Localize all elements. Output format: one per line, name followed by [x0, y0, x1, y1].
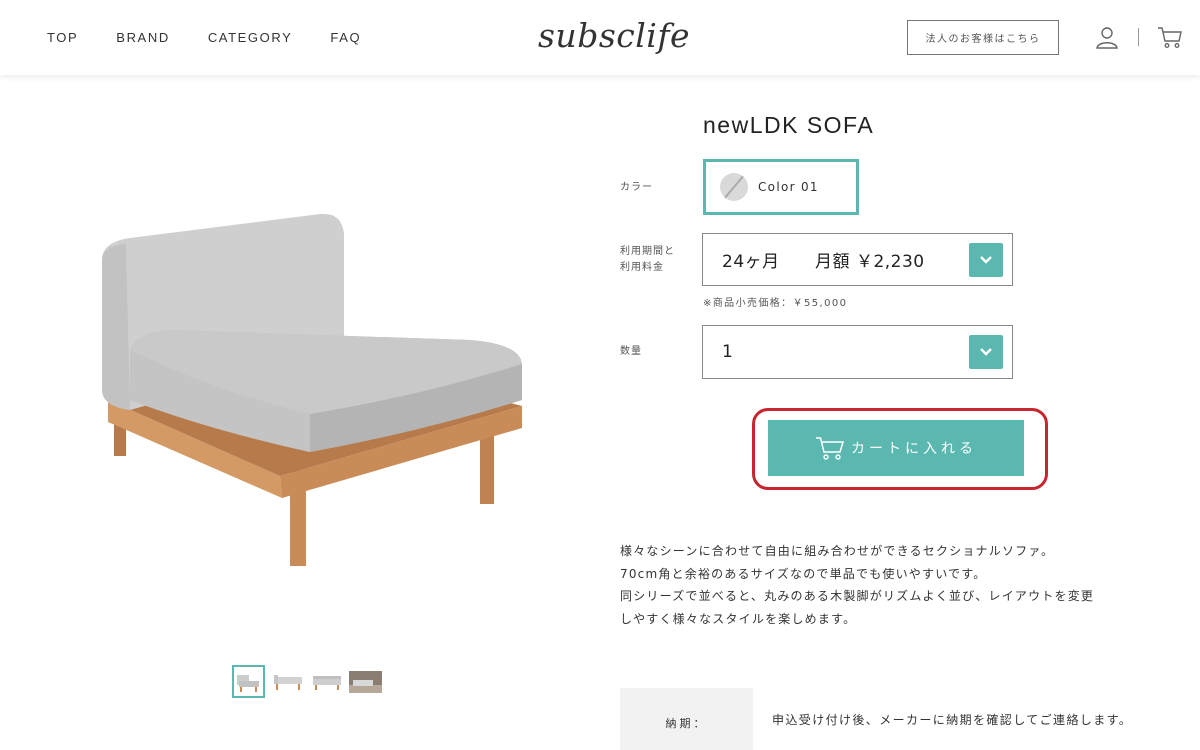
thumbnail-3[interactable] — [310, 665, 343, 698]
description-line: 様々なシーンに合わせて自由に組み合わせができるセクショナルソファ。 — [620, 544, 1055, 558]
corporate-customers-button[interactable]: 法人のお客様はこちら — [907, 20, 1059, 55]
add-to-cart-button[interactable]: カートに入れる — [768, 420, 1024, 476]
delivery-label: 納期： — [620, 688, 753, 750]
period-label-line2: 利用料金 — [620, 262, 664, 273]
sofa-thumbnail-icon — [273, 674, 302, 690]
product-description: 様々なシーンに合わせて自由に組み合わせができるセクショナルソファ。 70cm角と… — [620, 540, 1180, 630]
main-nav: TOP BRAND CATEGORY FAQ — [47, 30, 399, 45]
nav-top-link[interactable]: TOP — [47, 30, 78, 45]
product-main-image — [102, 213, 522, 566]
quantity-select-value: 1 — [722, 342, 734, 362]
cart-icon[interactable] — [1157, 24, 1183, 50]
header-divider — [1138, 28, 1139, 46]
chevron-down-icon[interactable] — [969, 335, 1003, 369]
delivery-text: 申込受け付け後、メーカーに納期を確認してご連絡します。 — [772, 713, 1133, 727]
sofa-thumbnail-icon — [312, 675, 341, 690]
description-line: しやすく様々なスタイルを楽しめます。 — [620, 611, 857, 626]
nav-faq-link[interactable]: FAQ — [330, 30, 361, 45]
thumbnail-4[interactable] — [349, 665, 382, 698]
product-title: newLDK SOFA — [703, 112, 875, 138]
thumbnail-strip — [232, 665, 382, 698]
nav-brand-link[interactable]: BRAND — [116, 30, 170, 45]
add-to-cart-label: カートに入れる — [851, 441, 977, 457]
thumbnail-1[interactable] — [232, 665, 265, 698]
site-header: TOP BRAND CATEGORY FAQ subsclife 法人のお客様は… — [0, 0, 1200, 75]
period-select-value: 24ヶ月 月額 ￥2,230 — [722, 252, 925, 272]
quantity-label: 数量 — [620, 346, 642, 357]
color-label: カラー — [620, 182, 653, 193]
description-line: 70cm角と余裕のあるサイズなので単品でも使いやすいです。 — [620, 566, 987, 581]
cart-icon — [816, 437, 845, 460]
user-icon[interactable] — [1095, 25, 1119, 49]
thumbnail-2[interactable] — [271, 665, 304, 698]
description-line: 同シリーズで並べると、丸みのある木製脚がリズムよく並び、レイアウトを変更 — [620, 589, 1095, 603]
retail-price-note: ※商品小売価格：￥55,000 — [703, 298, 848, 309]
sofa-thumbnail-icon — [237, 674, 259, 692]
site-logo[interactable]: subsclife — [538, 16, 690, 55]
color-option-selected[interactable]: Color 01 — [703, 159, 859, 215]
period-label-line1: 利用期間と — [620, 246, 675, 257]
color-option-label: Color 01 — [758, 180, 819, 194]
chevron-down-icon[interactable] — [969, 243, 1003, 277]
nav-category-link[interactable]: CATEGORY — [208, 30, 293, 45]
quantity-select[interactable]: 1 — [702, 325, 1013, 379]
room-thumbnail-icon — [349, 670, 382, 693]
color-swatch — [720, 173, 748, 201]
period-select[interactable]: 24ヶ月 月額 ￥2,230 — [702, 233, 1013, 286]
period-label: 利用期間と 利用料金 — [620, 244, 675, 276]
